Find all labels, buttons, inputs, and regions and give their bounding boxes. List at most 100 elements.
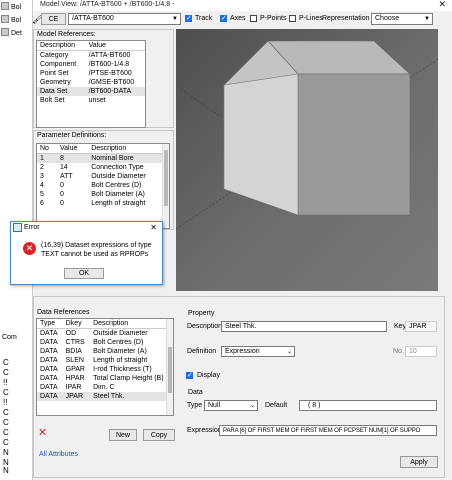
table-cell: OD <box>65 330 77 337</box>
folder-icon <box>1 28 9 36</box>
display-checkbox[interactable] <box>186 371 193 379</box>
apply-button[interactable]: Apply <box>400 456 438 468</box>
column-header[interactable]: Value <box>85 41 145 51</box>
table-cell: Length of straight <box>91 200 146 207</box>
axes-label: Axes <box>230 15 246 22</box>
definition-select[interactable]: Expression ⌄ <box>221 346 295 357</box>
copy-button[interactable]: Copy <box>143 429 175 441</box>
model-reference-row[interactable]: Point Set/PTSE-BT600 <box>37 69 145 78</box>
data-reference-row[interactable]: DATA CTRS Bolt Centres (D) <box>37 338 173 347</box>
parameter-row[interactable]: 6 0 Length of straight <box>37 199 169 208</box>
table-cell: BDIA <box>65 348 82 355</box>
track-checkbox[interactable] <box>185 14 192 22</box>
side-item-2[interactable]: Bol <box>1 15 31 24</box>
model-reference-row[interactable]: Category/ATTA-BT600 <box>37 51 145 61</box>
parameter-row[interactable]: 2 14 Connection Type <box>37 163 169 172</box>
toolbar: 🖌 CE /ATTA-BT600▼ Track Axes P-Points P-… <box>32 11 452 28</box>
all-attributes-link[interactable]: All Attributes <box>39 451 78 458</box>
table-cell: 5 <box>40 191 44 198</box>
table-cell: CTRS <box>65 339 85 346</box>
column-header[interactable]: No <box>37 144 57 154</box>
side-mark: C <box>3 408 9 417</box>
side-item-1[interactable]: Bol <box>1 2 31 11</box>
table-cell: 1 <box>37 153 57 163</box>
parameter-definitions-title: Parameter Definitions: <box>36 132 108 139</box>
table-cell: Outside Diameter <box>91 173 146 180</box>
representation-select[interactable]: Choose ▼ <box>371 13 433 25</box>
side-mark: C <box>3 428 9 437</box>
side-mark: C <box>3 388 9 397</box>
key-input[interactable]: JPAR <box>405 321 437 332</box>
model-reference-row[interactable]: Component/BT600-1/4.8 <box>37 60 145 69</box>
table-cell: 0 <box>59 182 64 189</box>
parameter-row[interactable]: 5 0 Bolt Diameter (A) <box>37 190 169 199</box>
data-reference-row[interactable]: DATA IPAR Dim. C <box>37 383 173 392</box>
table-cell: 14 <box>59 164 68 171</box>
delete-icon[interactable]: ✕ <box>38 426 47 439</box>
model-reference-row[interactable]: Data Set/BT600-DATA <box>37 87 145 96</box>
parameter-row[interactable]: 4 0 Bolt Centres (D) <box>37 181 169 190</box>
parameter-row[interactable]: 1 8 Nominal Bore <box>37 153 169 163</box>
type-select[interactable]: Null ⌄ <box>204 400 258 411</box>
model-references-title: Model References: <box>36 31 97 38</box>
definition-label: Definition <box>187 348 217 355</box>
folder-icon <box>1 2 9 10</box>
expression-input[interactable]: PARA [6] OF FIRST MEM OF FIRST MEM OF PC… <box>219 425 437 436</box>
description-input[interactable]: Steel Thk. <box>221 321 387 332</box>
p-lines-label: P-Lines <box>299 15 323 22</box>
axes-checkbox[interactable] <box>220 14 227 22</box>
data-reference-row[interactable]: DATA HPAR Total Clamp Height (B) <box>37 374 173 383</box>
column-header[interactable]: Description <box>88 144 169 154</box>
ok-button[interactable]: OK <box>64 268 104 279</box>
table-cell: GPAR <box>65 366 85 373</box>
data-reference-row[interactable]: DATA OD Outside Diameter <box>37 329 173 339</box>
error-dialog-title: Error <box>24 224 40 231</box>
element-select[interactable]: /ATTA-BT600 ▼ <box>68 13 181 25</box>
cube-front-face <box>297 73 411 216</box>
table-cell: 3 <box>40 173 44 180</box>
data-references-scrollbar[interactable] <box>166 319 173 415</box>
side-mark: C <box>3 358 9 367</box>
parameter-scrollbar[interactable] <box>162 144 169 228</box>
table-cell: Nominal Bore <box>88 153 169 163</box>
p-lines-checkbox[interactable] <box>289 15 296 22</box>
data-title: Data <box>188 389 203 396</box>
close-icon[interactable]: ✕ <box>150 223 157 232</box>
table-cell: unset <box>88 97 106 104</box>
table-cell: IPAR <box>65 384 82 391</box>
data-reference-row[interactable]: DATA GPAR I-rod Thickness (T) <box>37 365 173 374</box>
close-window-button[interactable]: ✕ <box>438 0 446 10</box>
column-header[interactable]: Description <box>37 41 86 51</box>
default-input[interactable]: ( 8 ) <box>299 400 437 411</box>
3d-scene <box>175 40 439 230</box>
folder-icon <box>1 15 9 23</box>
no-input[interactable]: 10 <box>405 346 437 357</box>
table-cell: Bolt Diameter (A) <box>93 348 147 355</box>
table-cell: DATA <box>40 348 58 355</box>
table-cell: 8 <box>56 153 89 163</box>
ce-button[interactable]: CE <box>41 13 66 25</box>
parameter-definitions-group: Parameter Definitions: No Value Descriptio… <box>33 130 174 230</box>
data-reference-row[interactable]: DATA SLEN Length of straight <box>37 356 173 365</box>
side-item-3[interactable]: Det <box>1 28 31 37</box>
data-references-table: Type Dkey Description DATA OD Outside Diamete… <box>36 318 174 416</box>
new-button[interactable]: New <box>109 429 137 441</box>
table-cell: I-rod Thickness (T) <box>93 366 152 373</box>
model-reference-row[interactable]: Bolt Set unset <box>37 96 145 105</box>
column-header[interactable]: Description <box>90 319 173 329</box>
error-message-line1: (16,39) Dataset expressions of type <box>41 242 152 249</box>
3d-viewport[interactable] <box>175 29 439 291</box>
side-tab[interactable]: Com <box>2 334 17 341</box>
data-reference-row[interactable]: DATA BDIA Bolt Diameter (A) <box>37 347 173 356</box>
column-header[interactable]: Dkey <box>62 319 91 329</box>
table-cell: 6 <box>40 200 44 207</box>
no-label: No. <box>393 348 404 355</box>
model-reference-row[interactable]: Geometry/GMSE-BT600 <box>37 78 145 87</box>
side-mark: N <box>3 466 9 475</box>
column-header[interactable]: Type <box>37 319 63 329</box>
parameter-row[interactable]: 3 ATT Outside Diameter <box>37 172 169 181</box>
p-points-checkbox[interactable] <box>250 15 257 22</box>
data-reference-row[interactable]: DATA JPAR Steel Thk. <box>37 392 173 401</box>
table-cell: /BT600-DATA <box>85 87 145 96</box>
column-header[interactable]: Value <box>56 144 89 154</box>
